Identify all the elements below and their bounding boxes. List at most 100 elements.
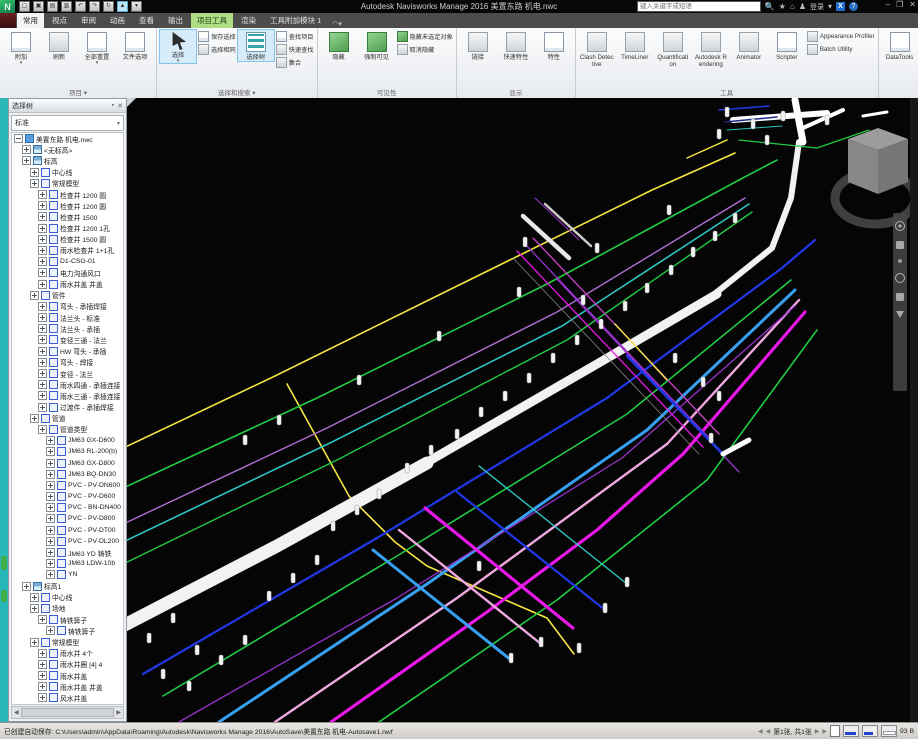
application-menu-button[interactable] (0, 13, 16, 28)
prev-sheet-icon[interactable]: ◀ (766, 728, 771, 735)
next-sheet-icon[interactable]: ▶ (815, 728, 820, 735)
tree-item[interactable]: HW 弯头 - 承插 (12, 346, 123, 357)
undo-icon[interactable]: ↶ (75, 1, 86, 12)
customize-dropdown-icon[interactable]: ▾ (131, 1, 142, 12)
expander-icon[interactable] (46, 626, 55, 635)
tree-item[interactable]: 美置东路 机电.nwc (12, 133, 123, 144)
tree-item[interactable]: PVC - PV-D800 (12, 513, 123, 524)
取消隐藏-button[interactable]: 取消隐藏 (397, 44, 453, 55)
exchange-apps-icon[interactable]: X (836, 2, 845, 11)
tree-item[interactable]: PVC - PV-D600 (12, 491, 123, 502)
timeliner-button[interactable]: TimeLiner (616, 29, 654, 62)
tab-2[interactable]: 审阅 (75, 13, 102, 28)
tree-item[interactable]: PVC - PV-DL200 (12, 536, 123, 547)
close-button[interactable]: ✕ (909, 0, 916, 9)
chevron-down-icon[interactable]: ▾ (828, 2, 832, 12)
close-panel-icon[interactable]: ✕ (117, 102, 123, 110)
expander-icon[interactable] (30, 179, 39, 188)
expander-icon[interactable] (38, 335, 47, 344)
tree-item[interactable]: 检查井 1200 圆 (12, 189, 123, 200)
expander-icon[interactable] (14, 134, 23, 143)
tree-item[interactable]: 标高1 (12, 581, 123, 592)
选择-button[interactable]: 选择▾ (159, 29, 197, 64)
datatools-button[interactable]: DataTools (881, 29, 918, 62)
文件选项-button[interactable]: 文件选项 (116, 29, 154, 62)
tab-3[interactable]: 动画 (104, 13, 131, 28)
tree-item[interactable]: PVC - PV-DT00 (12, 525, 123, 536)
open-icon[interactable]: ▢ (19, 1, 30, 12)
expander-icon[interactable] (38, 224, 47, 233)
infocenter-search-input[interactable] (637, 1, 761, 12)
tree-item[interactable]: 雨水井圈 [4] 4 (12, 659, 123, 670)
expander-icon[interactable] (46, 537, 55, 546)
隐藏-button[interactable]: 隐藏 (320, 29, 358, 62)
expander-icon[interactable] (38, 347, 47, 356)
scroll-left-icon[interactable]: ◀ (14, 709, 19, 716)
zoom-icon[interactable] (898, 259, 902, 263)
navigation-bar[interactable] (893, 213, 907, 391)
print-icon[interactable]: ▤ (47, 1, 58, 12)
star-icon[interactable]: ★ (779, 2, 786, 12)
全部重置-button[interactable]: 全部重置▾ (78, 29, 116, 66)
链接-button[interactable]: 链接 (459, 29, 497, 62)
search-icon[interactable]: 🔍 (765, 2, 775, 12)
scroll-right-icon[interactable]: ▶ (116, 709, 121, 716)
tree-item[interactable]: JM63 LDW-10b (12, 558, 123, 569)
tree-item[interactable]: 检查井 1500 圆 (12, 234, 123, 245)
tree-item[interactable]: 变径 - 法兰 (12, 368, 123, 379)
expander-icon[interactable] (38, 369, 47, 378)
expander-icon[interactable] (38, 649, 47, 658)
tree-item[interactable]: PVC - BN-DN400 (12, 502, 123, 513)
expander-icon[interactable] (38, 693, 47, 702)
expander-icon[interactable] (46, 492, 55, 501)
expander-icon[interactable] (46, 470, 55, 479)
viewport-3d[interactable] (127, 98, 910, 722)
tree-item[interactable]: 常规模型 (12, 178, 123, 189)
tree-item[interactable]: JM63 GX-D600 (12, 435, 123, 446)
tree-item[interactable]: 管道 (12, 413, 123, 424)
signin-button[interactable]: 登录 (810, 2, 824, 12)
tab-4[interactable]: 查看 (133, 13, 160, 28)
expander-icon[interactable] (46, 436, 55, 445)
expander-icon[interactable] (30, 291, 39, 300)
tree-item[interactable]: 常规模型 (12, 636, 123, 647)
expander-icon[interactable] (38, 235, 47, 244)
expander-icon[interactable] (22, 156, 31, 165)
home-icon[interactable]: ⌂ (790, 2, 795, 12)
orbit-icon[interactable] (895, 273, 905, 283)
tree-item[interactable]: <无标高> (12, 144, 123, 155)
scroll-thumb[interactable] (21, 708, 115, 717)
expander-icon[interactable] (38, 212, 47, 221)
expander-icon[interactable] (38, 660, 47, 669)
tree-item[interactable]: 中心线 (12, 592, 123, 603)
tab-0[interactable]: 常用 (17, 13, 44, 28)
tree-filter-dropdown[interactable]: 标准 ▾ (11, 115, 124, 131)
autodesk-rendering-button[interactable]: Autodesk Rendering (692, 29, 730, 69)
last-sheet-icon[interactable]: ▶ (822, 728, 827, 735)
expander-icon[interactable] (30, 414, 39, 423)
batch-utility-button[interactable]: Batch Utility (807, 44, 875, 55)
选择树-button[interactable]: 选择树 (237, 29, 275, 62)
expander-icon[interactable] (38, 425, 47, 434)
附加-button[interactable]: 附加▾ (2, 29, 40, 66)
tree-item[interactable]: D1-CSG-01 (12, 256, 123, 267)
walk-icon[interactable] (896, 311, 904, 318)
tree-item[interactable]: 雨水三通 - 承插连接 (12, 390, 123, 401)
tree-item[interactable]: 雨水井盖 (12, 670, 123, 681)
expander-icon[interactable] (38, 268, 47, 277)
help-icon[interactable]: ? (849, 2, 858, 11)
refresh-icon[interactable]: ↻ (103, 1, 114, 12)
tree-item[interactable]: JM63 YD 铸铁 (12, 547, 123, 558)
restore-button[interactable]: ❐ (896, 0, 903, 9)
expander-icon[interactable] (46, 548, 55, 557)
tree-item[interactable]: 法兰头 - 承插 (12, 323, 123, 334)
tree-item[interactable]: 过渡件 - 承插焊接 (12, 402, 123, 413)
tab-6[interactable]: 项目工具 (191, 13, 233, 28)
tree-item[interactable]: PVC - PV-DN600 (12, 480, 123, 491)
redo-icon[interactable]: ↷ (89, 1, 100, 12)
expander-icon[interactable] (46, 459, 55, 468)
tree-item[interactable]: 管件 (12, 290, 123, 301)
navisworks-logo-icon[interactable]: N (0, 0, 15, 13)
tree-item[interactable]: 中心线 (12, 167, 123, 178)
expander-icon[interactable] (46, 447, 55, 456)
